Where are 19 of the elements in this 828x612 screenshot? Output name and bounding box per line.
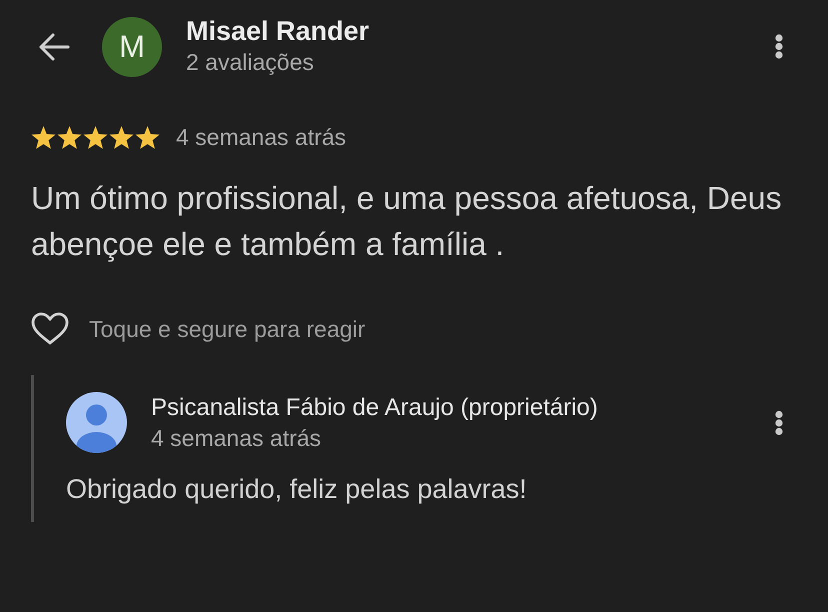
reply-text: Obrigado querido, feliz pelas palavras! xyxy=(66,473,528,505)
star-icon xyxy=(135,124,160,150)
star-icon xyxy=(83,124,108,150)
heart-icon[interactable] xyxy=(31,312,69,346)
review-text: Um ótimo profissional, e uma pessoa afetuosa, Deus abençoe ele e também a família . xyxy=(31,179,783,264)
reply-time: 4 semanas atrás xyxy=(151,424,322,452)
star-icon xyxy=(57,124,82,150)
avatar-initial: M xyxy=(102,17,162,77)
review-count: 2 avaliações xyxy=(186,48,315,77)
review-time: 4 semanas atrás xyxy=(176,124,346,150)
more-options-icon[interactable] xyxy=(775,34,783,58)
owner-name: Psicanalista Fábio de Araujo (proprietário) xyxy=(151,392,598,422)
star-icon xyxy=(109,124,134,150)
back-icon[interactable] xyxy=(38,33,70,61)
reaction-hint: Toque e segure para reagir xyxy=(89,315,366,343)
star-icon xyxy=(31,124,56,150)
avatar-silhouette-icon xyxy=(66,392,127,453)
reviewer-name: Misael Rander xyxy=(186,16,370,47)
more-options-icon[interactable] xyxy=(775,410,783,436)
